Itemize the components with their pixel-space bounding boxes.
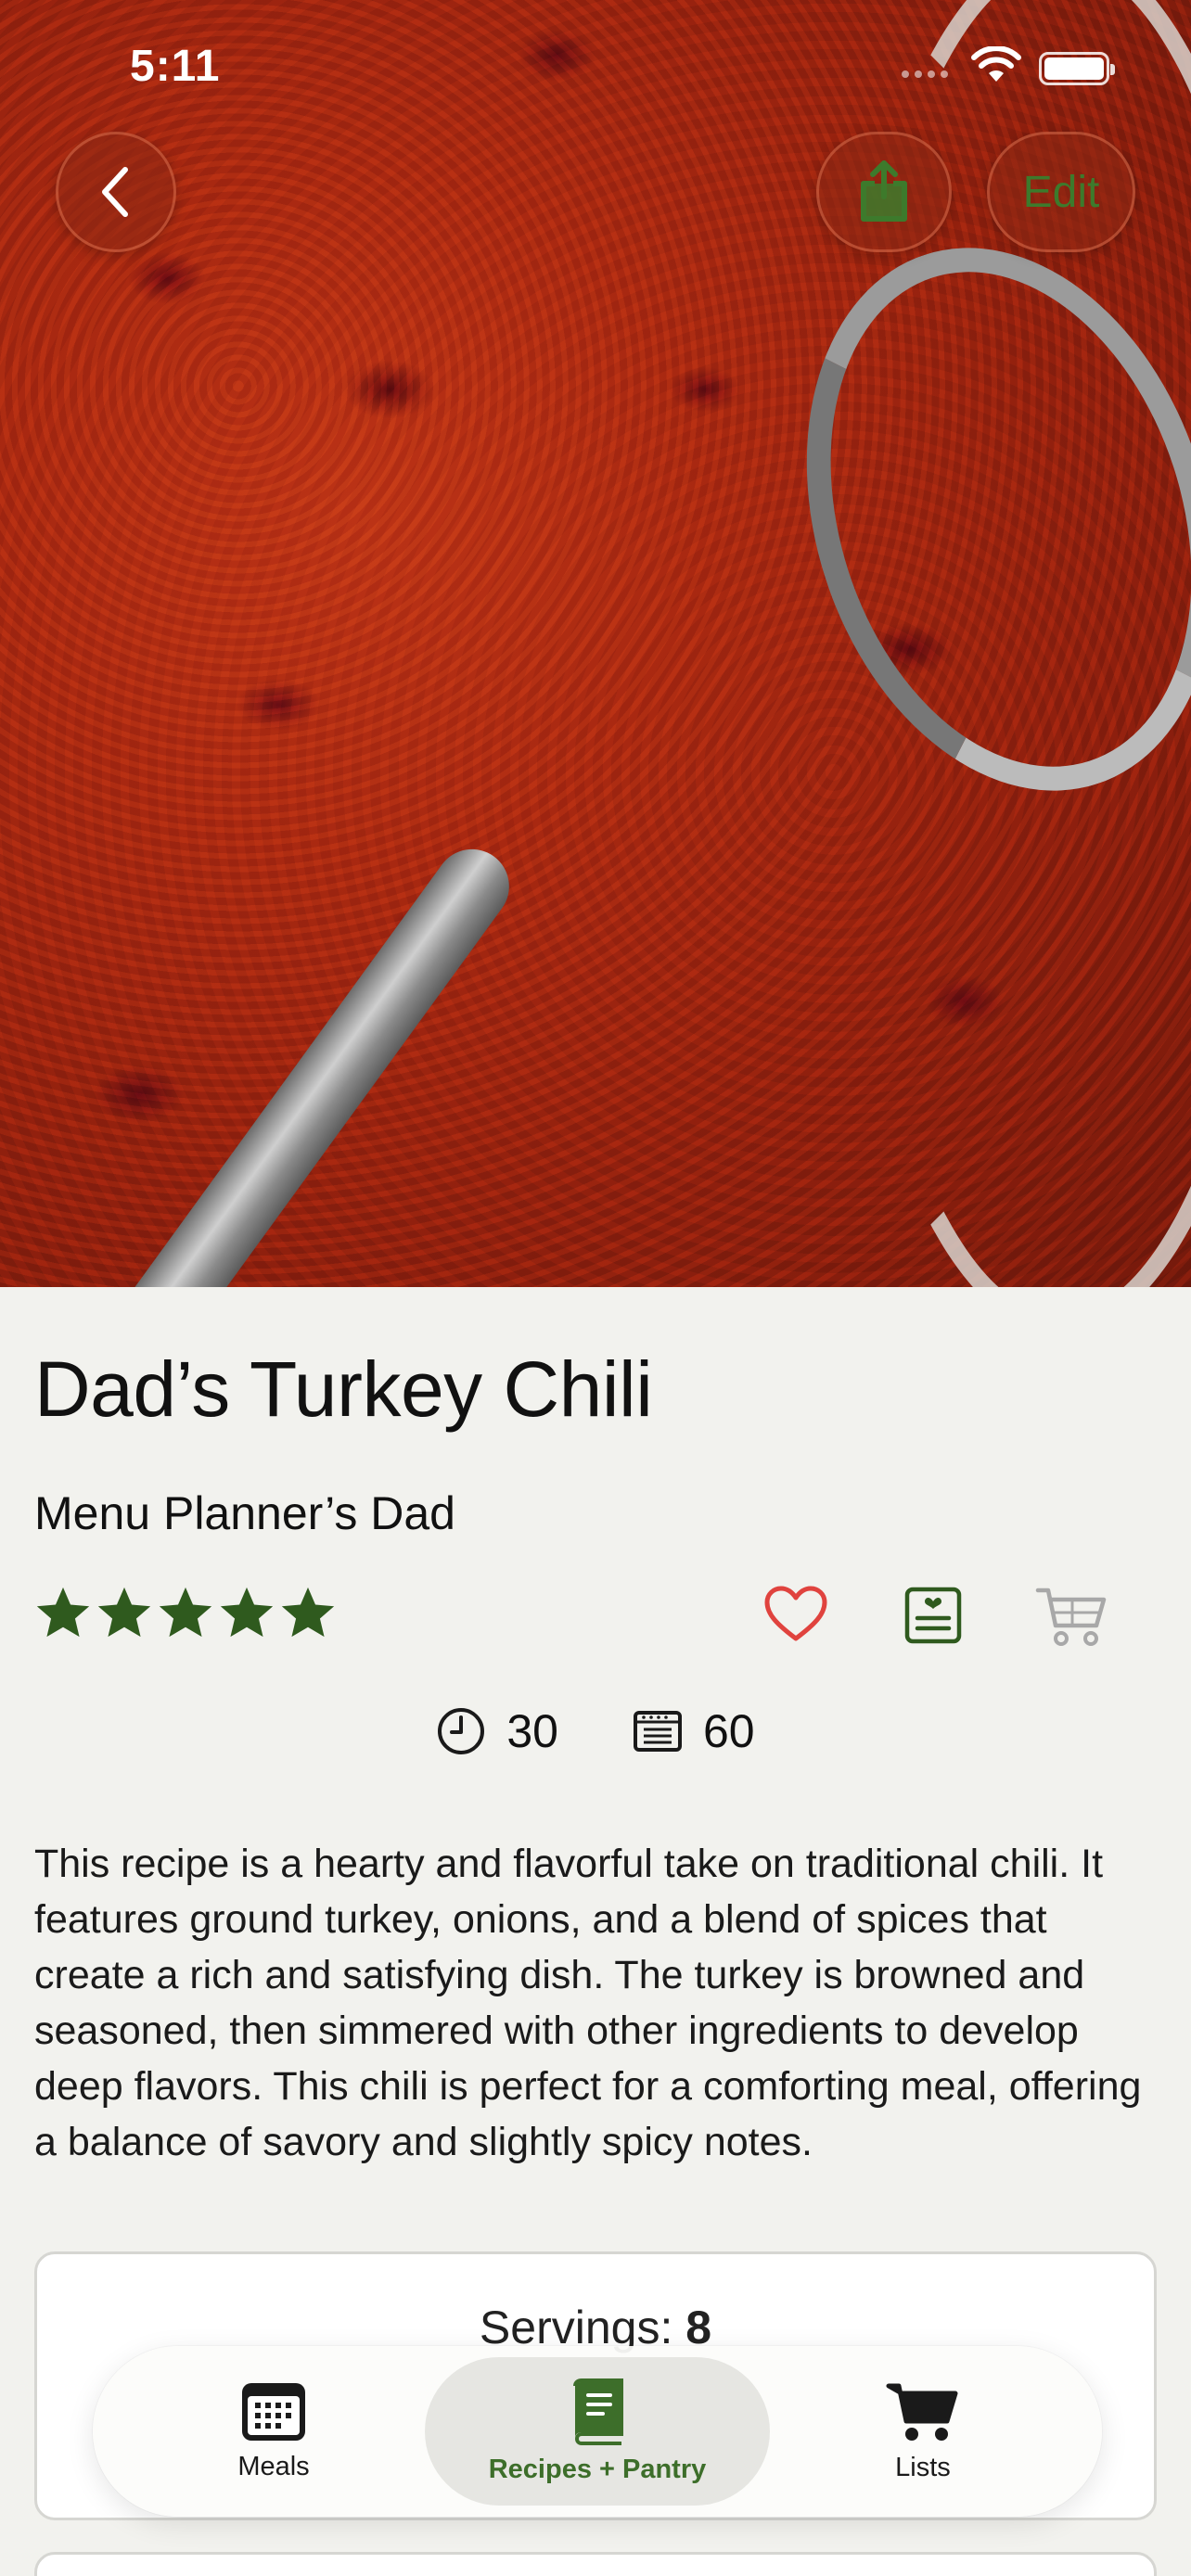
tab-recipes-pantry-label: Recipes + Pantry [488,2454,707,2484]
add-to-cart-button[interactable] [1035,1584,1109,1649]
ingredients-card [34,2552,1157,2576]
share-button[interactable] [816,132,952,252]
recipe-card-icon [904,1587,962,1644]
battery-icon [1039,52,1115,85]
cart-icon [1035,1588,1107,1646]
tab-bar: Meals Recipes + Pantry Lists [93,2346,1102,2517]
ladle-handle-shape [70,835,524,1287]
recipe-times: 30 60 [0,1704,1191,1758]
heart-icon [764,1586,827,1641]
clock-icon [438,1708,485,1754]
tab-recipes-pantry[interactable]: Recipes + Pantry [425,2357,770,2506]
star-icon[interactable] [279,1584,337,1641]
tab-lists[interactable]: Lists [863,2346,983,2517]
status-time: 5:11 [130,42,221,91]
wifi-icon [971,46,1021,82]
cart-icon [886,2383,958,2441]
recipe-author: Menu Planner’s Dad [34,1487,455,1539]
recipe-description: This recipe is a hearty and flavorful ta… [34,1842,1142,2164]
recipe-card-button[interactable] [903,1586,963,1645]
star-rating[interactable] [34,1584,337,1641]
star-icon[interactable] [218,1584,275,1641]
star-icon[interactable] [157,1584,214,1641]
chevron-left-icon [102,167,128,217]
book-icon [573,2378,623,2445]
tab-lists-label: Lists [895,2452,951,2482]
share-icon [861,160,907,222]
star-icon[interactable] [34,1584,92,1641]
edit-button-label: Edit [1022,167,1100,217]
cook-time: 60 [633,1704,755,1758]
status-bar: 5:11 [0,0,1191,130]
oven-icon [634,1711,682,1752]
edit-button[interactable]: Edit [987,132,1135,252]
recipe-title: Dad’s Turkey Chili [34,1345,653,1433]
tab-meals-label: Meals [237,2451,310,2481]
cellular-signal-icon [902,70,948,78]
recipe-detail-screen: 5:11 Edit Dad’s Turkey Chili Menu Planne… [0,0,1191,2576]
cook-time-value: 60 [703,1705,755,1757]
favorite-button[interactable] [761,1582,831,1647]
back-button[interactable] [56,132,176,252]
prep-time-value: 30 [506,1705,558,1757]
calendar-icon [242,2382,305,2441]
tab-meals[interactable]: Meals [213,2346,334,2517]
prep-time: 30 [436,1704,558,1758]
star-icon[interactable] [96,1584,153,1641]
